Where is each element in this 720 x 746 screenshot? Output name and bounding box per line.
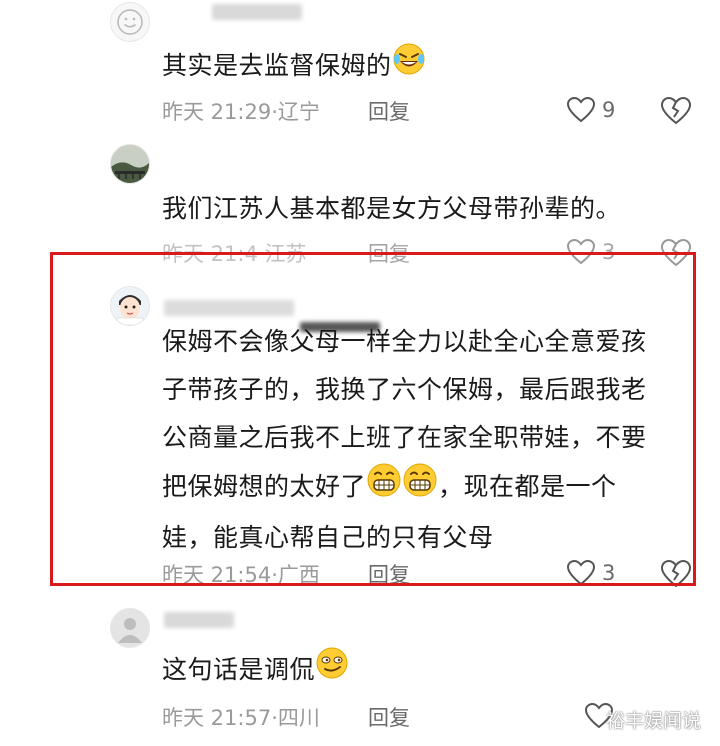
smirk-emoji-icon [315,646,349,696]
avatar[interactable] [110,144,150,184]
comment-meta: 昨天 21:57·四川 回复 [162,702,410,732]
broken-heart-icon [660,96,692,125]
watermark: 裕丰娱闻说 [606,710,702,732]
timestamp: 昨天 21:57 [162,706,272,730]
like-button[interactable]: 9 [566,96,615,124]
like-count: 9 [602,98,616,122]
comment-text: 我们江苏人基本都是女方父母带孙辈的。 [162,194,622,223]
reply-button[interactable]: 回复 [368,702,410,732]
avatar[interactable] [110,2,150,42]
timestamp: 昨天 21:29 [162,100,272,124]
username-blurred[interactable] [212,4,302,20]
smiley-avatar-icon [117,9,143,35]
location: 辽宁 [277,100,320,124]
comment-meta: 昨天 21:29·辽宁 回复 [162,96,410,126]
username-blurred[interactable] [164,612,234,628]
comment-text: 这句话是调侃 [162,646,682,696]
comment-text: 其实是去监督保姆的 [162,42,682,92]
landscape-avatar-icon [111,145,149,183]
reply-button[interactable]: 回复 [368,96,410,126]
dislike-button[interactable] [660,96,692,130]
default-user-avatar-icon [111,609,149,647]
location: 四川 [277,706,320,730]
avatar[interactable] [110,608,150,648]
heart-icon [566,96,596,123]
highlight-box [50,252,696,586]
laughing-crying-emoji-icon [392,42,426,92]
